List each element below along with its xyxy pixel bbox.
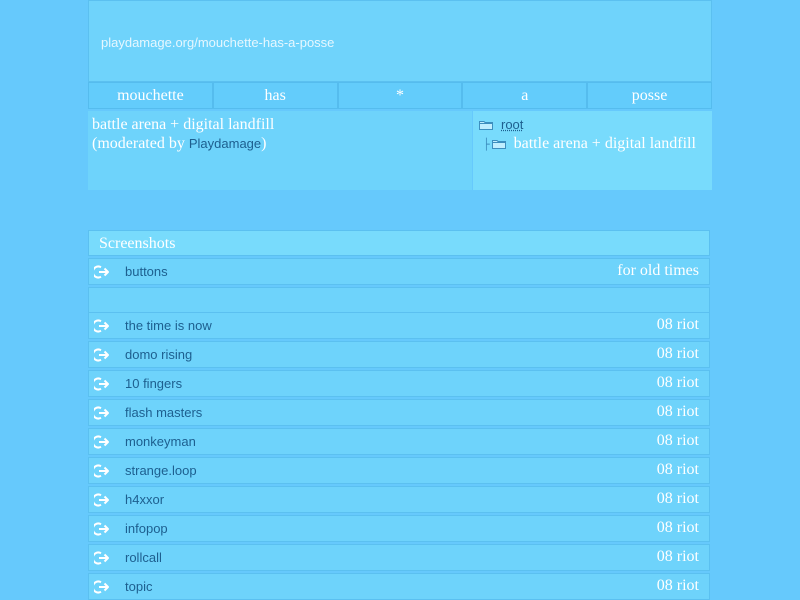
list-item-tag: 08 riot (656, 432, 699, 449)
list-item-title[interactable]: buttons (125, 264, 168, 279)
list-item[interactable]: topic 08 riot (88, 573, 710, 600)
list-item-tag: 08 riot (656, 403, 699, 420)
list-item-title[interactable]: h4xxor (125, 492, 164, 507)
header-banner: playdamage.org/mouchette-has-a-posse (88, 0, 712, 82)
folder-icon (479, 120, 493, 130)
nav-item-has[interactable]: has (212, 82, 338, 109)
list-item-title[interactable]: strange.loop (125, 463, 197, 478)
title-nav: mouchette has * a posse (88, 82, 712, 109)
tree-child-row: ├ battle arena + digital landfill (483, 135, 696, 153)
moderator-link[interactable]: Playdamage (189, 136, 261, 151)
list-item-title[interactable]: monkeyman (125, 434, 196, 449)
tree-branch-line: ├ (483, 137, 490, 151)
moderated-suffix: ) (261, 135, 267, 152)
arrow-exit-icon (94, 406, 109, 420)
arrow-exit-icon (94, 265, 109, 279)
arrow-exit-icon (94, 522, 109, 536)
list-item-title[interactable]: the time is now (125, 318, 212, 333)
section-header-screenshots: Screenshots (88, 230, 710, 256)
list-item[interactable]: monkeyman 08 riot (88, 428, 710, 455)
list-item-tag: 08 riot (656, 345, 699, 362)
arrow-exit-icon (94, 319, 109, 333)
site-url-link[interactable]: playdamage.org/mouchette-has-a-posse (101, 35, 334, 50)
tree-root-link[interactable]: root (501, 117, 523, 132)
list-item[interactable]: strange.loop 08 riot (88, 457, 710, 484)
nav-item-mouchette[interactable]: mouchette (88, 82, 213, 109)
list-item[interactable]: h4xxor 08 riot (88, 486, 710, 513)
arrow-exit-icon (94, 580, 109, 594)
forum-title: battle arena + digital landfill (92, 116, 275, 133)
nav-item-posse[interactable]: posse (587, 82, 712, 109)
tree-child-label: battle arena + digital landfill (513, 135, 696, 152)
list-item[interactable]: rollcall 08 riot (88, 544, 710, 571)
arrow-exit-icon (94, 551, 109, 565)
section-title: Screenshots (99, 235, 176, 252)
list-item-tag: 08 riot (656, 461, 699, 478)
list-item-tag: 08 riot (656, 548, 699, 565)
list-item-title[interactable]: infopop (125, 521, 168, 536)
moderator-line: (moderated by Playdamage) (92, 135, 266, 153)
moderated-prefix: (moderated by (92, 135, 189, 152)
list-item-tag: 08 riot (656, 374, 699, 391)
list-item-tag: 08 riot (656, 490, 699, 507)
arrow-exit-icon (94, 464, 109, 478)
list-item[interactable]: flash masters 08 riot (88, 399, 710, 426)
list-item[interactable]: the time is now 08 riot (88, 312, 710, 339)
tree-root-row: root (479, 117, 523, 132)
list-item-tag: for old times (617, 262, 699, 279)
list-item-title[interactable]: 10 fingers (125, 376, 182, 391)
list-item[interactable]: buttons for old times (88, 258, 710, 285)
breadcrumb-tree: root ├ battle arena + digital landfill (473, 111, 712, 190)
arrow-exit-icon (94, 435, 109, 449)
list-item-tag: 08 riot (656, 316, 699, 333)
arrow-exit-icon (94, 348, 109, 362)
list-item[interactable]: 10 fingers 08 riot (88, 370, 710, 397)
empty-row (88, 287, 710, 314)
nav-item-star[interactable]: * (337, 82, 463, 109)
list-item-tag: 08 riot (656, 519, 699, 536)
list-item-title[interactable]: rollcall (125, 550, 162, 565)
forum-info-panel: battle arena + digital landfill (moderat… (88, 111, 472, 190)
list-item-title[interactable]: domo rising (125, 347, 192, 362)
arrow-exit-icon (94, 493, 109, 507)
arrow-exit-icon (94, 377, 109, 391)
list-item[interactable]: domo rising 08 riot (88, 341, 710, 368)
list-item-title[interactable]: flash masters (125, 405, 202, 420)
list-item-tag: 08 riot (656, 577, 699, 594)
nav-item-a[interactable]: a (462, 82, 588, 109)
list-item[interactable]: infopop 08 riot (88, 515, 710, 542)
list-item-title[interactable]: topic (125, 579, 152, 594)
folder-icon (491, 139, 506, 149)
